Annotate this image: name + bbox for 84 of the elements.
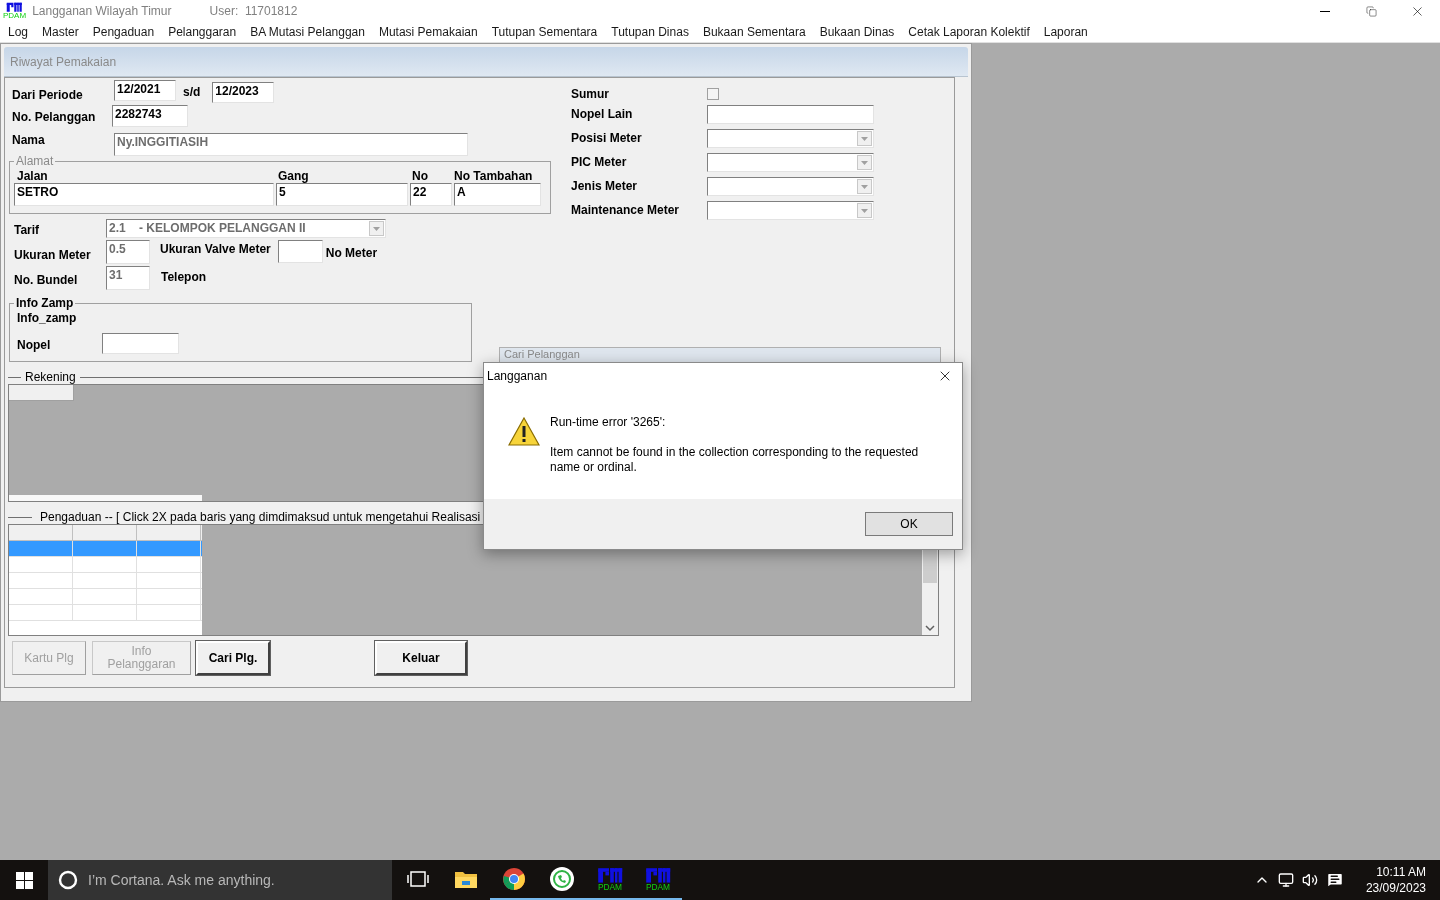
search-field[interactable]: I’m Cortana. Ask me anything.: [48, 860, 392, 900]
menu-item[interactable]: Tutupan Dinas: [604, 23, 696, 41]
text-field[interactable]: [707, 104, 874, 124]
dialog-title: Langganan: [487, 368, 548, 385]
text-field[interactable]: [277, 240, 323, 263]
user-label: User: 11701812: [209, 3, 298, 20]
field-label: Posisi Meter: [571, 130, 643, 147]
network-icon: [1277, 872, 1294, 888]
group-title: Alamat: [15, 153, 55, 170]
field-label: No: [411, 170, 429, 183]
menu-item[interactable]: Tutupan Sementara: [484, 23, 605, 41]
field-label: No Tambahan: [454, 170, 534, 183]
dropdown-field[interactable]: [707, 152, 874, 172]
menu-item[interactable]: Laporan: [1036, 23, 1095, 41]
logo-caption: PDAM: [597, 882, 623, 891]
field-label: Nopel Lain: [571, 106, 634, 123]
text-field[interactable]: 5: [276, 183, 408, 206]
dropdown-field[interactable]: [707, 128, 874, 148]
field-label: Telepon: [161, 269, 207, 286]
menu-item[interactable]: BA Mutasi Pelanggan: [243, 23, 372, 41]
text-field[interactable]: 12/2023: [212, 82, 275, 103]
form-button[interactable]: Keluar: [375, 641, 467, 675]
field-label: No Meter: [325, 245, 378, 262]
error-heading: Run-time error '3265':: [550, 415, 667, 430]
cortana-icon: [58, 870, 78, 890]
clock-time: 10:11 AM: [1376, 864, 1426, 880]
text-field[interactable]: 22: [410, 183, 452, 206]
field-label: Gang: [277, 170, 310, 183]
logo-caption: PDAM: [645, 882, 671, 891]
clock-date: 23/09/2023: [1365, 880, 1426, 896]
text-field[interactable]: SETRO: [14, 183, 274, 206]
text-field[interactable]: 2282743: [112, 105, 188, 127]
menu-item[interactable]: Bukaan Sementara: [695, 23, 813, 41]
window-title: Cari Pelanggan: [504, 348, 580, 361]
taskbar-app-button[interactable]: PDAM: [634, 860, 682, 900]
field-label: Jenis Meter: [571, 178, 639, 195]
field-label: PIC Meter: [571, 154, 628, 171]
field-label: Tarif: [13, 222, 41, 239]
menu-item[interactable]: Log: [1, 23, 36, 41]
dropdown-field[interactable]: [707, 200, 874, 220]
logo-caption: PDAM: [3, 11, 27, 20]
taskbar-app-button[interactable]: PDAM: [586, 860, 634, 900]
checkbox[interactable]: [707, 88, 719, 100]
menu-item[interactable]: Bukaan Dinas: [812, 23, 902, 41]
text-field[interactable]: [102, 333, 179, 354]
volume-icon: [1301, 872, 1318, 888]
menu-item[interactable]: Mutasi Pemakaian: [371, 23, 485, 41]
menu-item[interactable]: Pengaduan: [85, 23, 162, 41]
field-label: Ukuran Meter: [13, 247, 92, 264]
text-field[interactable]: 12/2021: [114, 80, 176, 101]
field-label: Nopel: [16, 337, 52, 354]
field-label: Dari Periode: [11, 87, 84, 104]
field-label: Maintenance Meter: [571, 202, 681, 219]
window-title: Langganan Wilayah Timur: [32, 3, 172, 20]
browser-icon: [502, 867, 526, 891]
minimize-icon: [1320, 10, 1330, 12]
chat-icon: [549, 866, 575, 892]
form-title: Riwayat Pemakaian: [10, 53, 117, 71]
field-label: s/d: [183, 84, 201, 101]
field-label: No. Bundel: [13, 272, 79, 289]
restore-icon: [1365, 5, 1377, 17]
task-view-icon: [407, 871, 429, 887]
menu-item[interactable]: Master: [35, 23, 86, 41]
menu-item[interactable]: Cetak Laporan Kolektif: [901, 23, 1037, 41]
grid-row[interactable]: [9, 541, 202, 557]
field-label: Sumur: [571, 86, 610, 103]
group-title: Info Zamp: [15, 295, 75, 312]
folder-icon: [454, 869, 478, 889]
section-title: Rekening: [24, 369, 77, 386]
menu-item[interactable]: Pelanggaran: [161, 23, 244, 41]
windows-icon: [15, 871, 33, 889]
field-label: Ukuran Valve Meter: [160, 241, 271, 258]
notification-icon: [1325, 871, 1344, 889]
dropdown-field[interactable]: [707, 176, 874, 196]
form-button[interactable]: Cari Plg.: [196, 641, 270, 675]
ok-button[interactable]: OK: [865, 512, 953, 536]
field-label: No. Pelanggan: [11, 109, 97, 126]
field-label: Jalan: [16, 170, 49, 183]
section-title: Pengaduan -- [ Click 2X pada baris yang dimdimaksud untuk mengetahui Realisasi: [39, 509, 482, 526]
text-field[interactable]: A: [454, 183, 541, 206]
field-label: Nama: [11, 132, 46, 149]
warning-icon: [508, 417, 540, 446]
error-message: Item cannot be found in the collection corresponding to the requested name or ordinal.: [550, 445, 920, 475]
field-label: Info_zamp: [16, 310, 78, 327]
